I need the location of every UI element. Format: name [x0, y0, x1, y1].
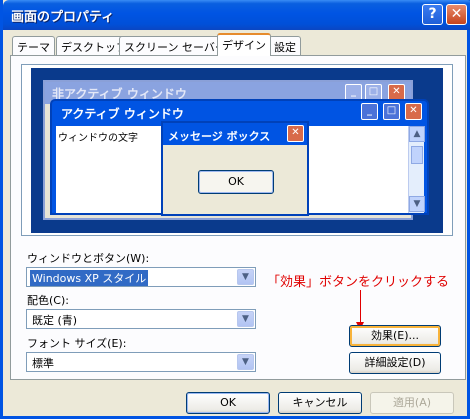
minimize-icon: _	[361, 103, 378, 120]
preview-scrollbar: ▲ ▼	[408, 126, 425, 213]
color-scheme-label: 配色(C):	[27, 294, 69, 307]
tab-screensaver[interactable]: スクリーン セーバー	[119, 36, 231, 55]
effects-button[interactable]: 効果(E)...	[349, 325, 441, 347]
advanced-button[interactable]: 詳細設定(D)	[349, 352, 441, 374]
message-box-ok-button: OK	[198, 170, 274, 194]
tab-appearance[interactable]: デザイン	[217, 33, 271, 56]
color-scheme-select[interactable]: 既定 (青) ▼	[26, 309, 256, 329]
tab-settings[interactable]: 設定	[269, 36, 301, 55]
annotation-arrow	[360, 290, 361, 326]
close-button[interactable]: ✕	[446, 4, 467, 25]
help-button[interactable]: ?	[422, 4, 443, 25]
maximize-icon: □	[383, 103, 400, 120]
chevron-down-icon[interactable]: ▼	[237, 311, 254, 327]
scroll-thumb	[411, 146, 423, 164]
close-icon: ✕	[405, 103, 422, 120]
windows-buttons-label: ウィンドウとボタン(W):	[27, 252, 150, 265]
tab-theme[interactable]: テーマ	[12, 36, 55, 55]
chevron-down-icon[interactable]: ▼	[237, 269, 254, 285]
cancel-button[interactable]: キャンセル	[278, 392, 362, 414]
message-box-title: メッセージ ボックス	[163, 123, 307, 145]
ok-button[interactable]: OK	[186, 392, 270, 414]
color-scheme-value: 既定 (青)	[32, 314, 78, 327]
annotation-text: 「効果」ボタンをクリックする	[267, 275, 450, 290]
windows-buttons-select[interactable]: Windows XP スタイル ▼	[26, 267, 256, 287]
windows-buttons-value: Windows XP スタイル	[30, 270, 149, 286]
preview-message-box: メッセージ ボックス ✕ OK	[161, 121, 309, 216]
scroll-up-icon: ▲	[409, 126, 425, 142]
apply-button[interactable]: 適用(A)	[370, 392, 454, 414]
window-title: 画面のプロパティ	[11, 10, 115, 25]
display-properties-window: 画面のプロパティ ? ✕ テーマ デスクトップ スクリーン セーバー デザイン …	[0, 0, 470, 419]
font-size-select[interactable]: 標準 ▼	[26, 352, 256, 372]
window-text-sample: ウィンドウの文字	[58, 133, 138, 144]
scroll-down-icon: ▼	[409, 196, 425, 212]
chevron-down-icon[interactable]: ▼	[237, 354, 254, 370]
font-size-value: 標準	[32, 357, 54, 370]
close-icon: ✕	[287, 125, 304, 142]
font-size-label: フォント サイズ(E):	[27, 337, 127, 350]
